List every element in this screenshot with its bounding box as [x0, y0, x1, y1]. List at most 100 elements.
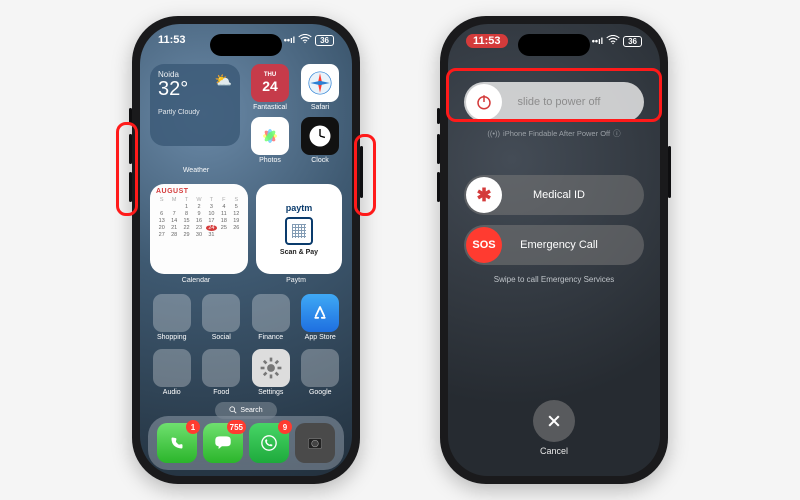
qr-icon: [285, 217, 313, 245]
folder-audio[interactable]: Audio: [150, 349, 194, 396]
status-time: 11:53: [158, 34, 186, 46]
app-label: Settings: [258, 389, 283, 396]
folder-label: Google: [309, 389, 332, 396]
app-settings[interactable]: Settings: [249, 349, 293, 396]
battery-level: 36: [315, 35, 334, 46]
folder-google[interactable]: Google: [299, 349, 343, 396]
cancel-label: Cancel: [540, 446, 568, 456]
sos-icon: SOS: [466, 227, 502, 263]
status-time: 11:53: [466, 34, 508, 48]
volume-down-button[interactable]: [129, 172, 132, 202]
info-icon[interactable]: ⓘ: [613, 128, 621, 139]
app-fantastical[interactable]: THU24 Fantastical: [248, 64, 292, 111]
search-label: Search: [240, 407, 262, 414]
photos-icon: [251, 117, 289, 155]
folder-label: Food: [213, 389, 229, 396]
dock: 1 755 9: [148, 416, 344, 470]
slide-to-power-off[interactable]: slide to power off: [464, 82, 644, 122]
dock-phone[interactable]: 1: [157, 423, 197, 463]
folder-label: Finance: [258, 334, 283, 341]
volume-up-button[interactable]: [437, 134, 440, 164]
calendar-today: 24: [206, 225, 217, 231]
dock-camera[interactable]: [295, 423, 335, 463]
app-photos[interactable]: Photos: [248, 117, 292, 164]
power-icon: [466, 84, 502, 120]
widget-label: Calendar: [150, 277, 242, 284]
findable-text: iPhone Findable After Power Off: [503, 129, 610, 138]
widget-label: Paytm: [250, 277, 342, 284]
emergency-call-slider[interactable]: SOS Emergency Call: [464, 225, 644, 265]
annotation-side-button: [354, 134, 376, 216]
status-bar: 11:53 ••ıl 36: [448, 34, 660, 48]
app-safari[interactable]: Safari: [298, 64, 342, 111]
paytm-logo: paytm: [286, 203, 313, 213]
dock-whatsapp[interactable]: 9: [249, 423, 289, 463]
app-label: Photos: [259, 157, 281, 164]
findable-note: ((•)) iPhone Findable After Power Off ⓘ: [487, 128, 620, 139]
mute-switch[interactable]: [437, 108, 440, 124]
folder-label: Social: [212, 334, 231, 341]
folder-shopping[interactable]: Shopping: [150, 294, 194, 341]
folder-icon: [301, 349, 339, 387]
cancel-button[interactable]: [533, 400, 575, 442]
status-bar: 11:53 ••ıl 36: [140, 34, 352, 46]
iphone-poweroff: 11:53 ••ıl 36 slide to power off ((•)) i…: [440, 16, 668, 484]
volume-up-button[interactable]: [129, 134, 132, 164]
search-icon: [229, 406, 237, 416]
iphone-home: 11:53 ••ıl 36 Noida 32° ⛅ Partly Cloudy: [132, 16, 360, 484]
findmy-icon: ((•)): [487, 129, 500, 138]
folder-icon: [153, 349, 191, 387]
folder-icon: [202, 349, 240, 387]
medical-icon: ✱: [466, 177, 502, 213]
folder-food[interactable]: Food: [200, 349, 244, 396]
paytm-caption: Scan & Pay: [280, 249, 318, 256]
folder-label: Audio: [163, 389, 181, 396]
home-screen: 11:53 ••ıl 36 Noida 32° ⛅ Partly Cloudy: [140, 24, 352, 476]
wifi-icon: [606, 35, 620, 47]
folder-icon: [252, 294, 290, 332]
signal-icon: ••ıl: [592, 36, 603, 46]
badge: 1: [186, 420, 200, 434]
fantastical-icon: THU24: [251, 64, 289, 102]
weather-condition: Partly Cloudy: [158, 109, 232, 116]
widget-label: Weather: [150, 167, 242, 174]
dock-messages[interactable]: 755: [203, 423, 243, 463]
slider-label: Emergency Call: [504, 239, 644, 251]
app-label: Safari: [311, 104, 329, 111]
wifi-icon: [298, 34, 312, 46]
calendar-month: AUGUST: [156, 188, 242, 195]
folder-icon: [202, 294, 240, 332]
side-power-button[interactable]: [668, 146, 671, 198]
appstore-icon: [301, 294, 339, 332]
volume-down-button[interactable]: [437, 172, 440, 202]
poweroff-screen: 11:53 ••ıl 36 slide to power off ((•)) i…: [448, 24, 660, 476]
app-label: Fantastical: [253, 104, 287, 111]
slider-label: slide to power off: [504, 96, 644, 108]
side-power-button[interactable]: [360, 146, 363, 198]
app-clock[interactable]: Clock: [298, 117, 342, 164]
clock-icon: [301, 117, 339, 155]
medical-id-slider[interactable]: ✱ Medical ID: [464, 175, 644, 215]
slider-label: Medical ID: [504, 189, 644, 201]
app-label: Clock: [311, 157, 329, 164]
calendar-widget[interactable]: AUGUST SMTWTFS 12345 6789101112 13141516…: [150, 184, 248, 274]
settings-icon: [252, 349, 290, 387]
paytm-widget[interactable]: paytm Scan & Pay: [256, 184, 342, 274]
battery-level: 36: [623, 36, 642, 47]
folder-label: Shopping: [157, 334, 187, 341]
app-appstore[interactable]: App Store: [299, 294, 343, 341]
app-label: App Store: [305, 334, 336, 341]
weather-icon: ⛅: [215, 72, 232, 89]
weather-widget[interactable]: Noida 32° ⛅ Partly Cloudy: [150, 64, 240, 146]
mute-switch[interactable]: [129, 108, 132, 124]
signal-icon: ••ıl: [284, 35, 295, 45]
badge: 755: [227, 420, 246, 434]
folder-finance[interactable]: Finance: [249, 294, 293, 341]
folder-social[interactable]: Social: [200, 294, 244, 341]
swipe-hint: Swipe to call Emergency Services: [494, 275, 615, 284]
safari-icon: [301, 64, 339, 102]
calendar-grid: SMTWTFS 12345 6789101112 13141516171819 …: [156, 197, 242, 238]
badge: 9: [278, 420, 292, 434]
folder-icon: [153, 294, 191, 332]
annotation-volume-buttons: [116, 122, 138, 216]
